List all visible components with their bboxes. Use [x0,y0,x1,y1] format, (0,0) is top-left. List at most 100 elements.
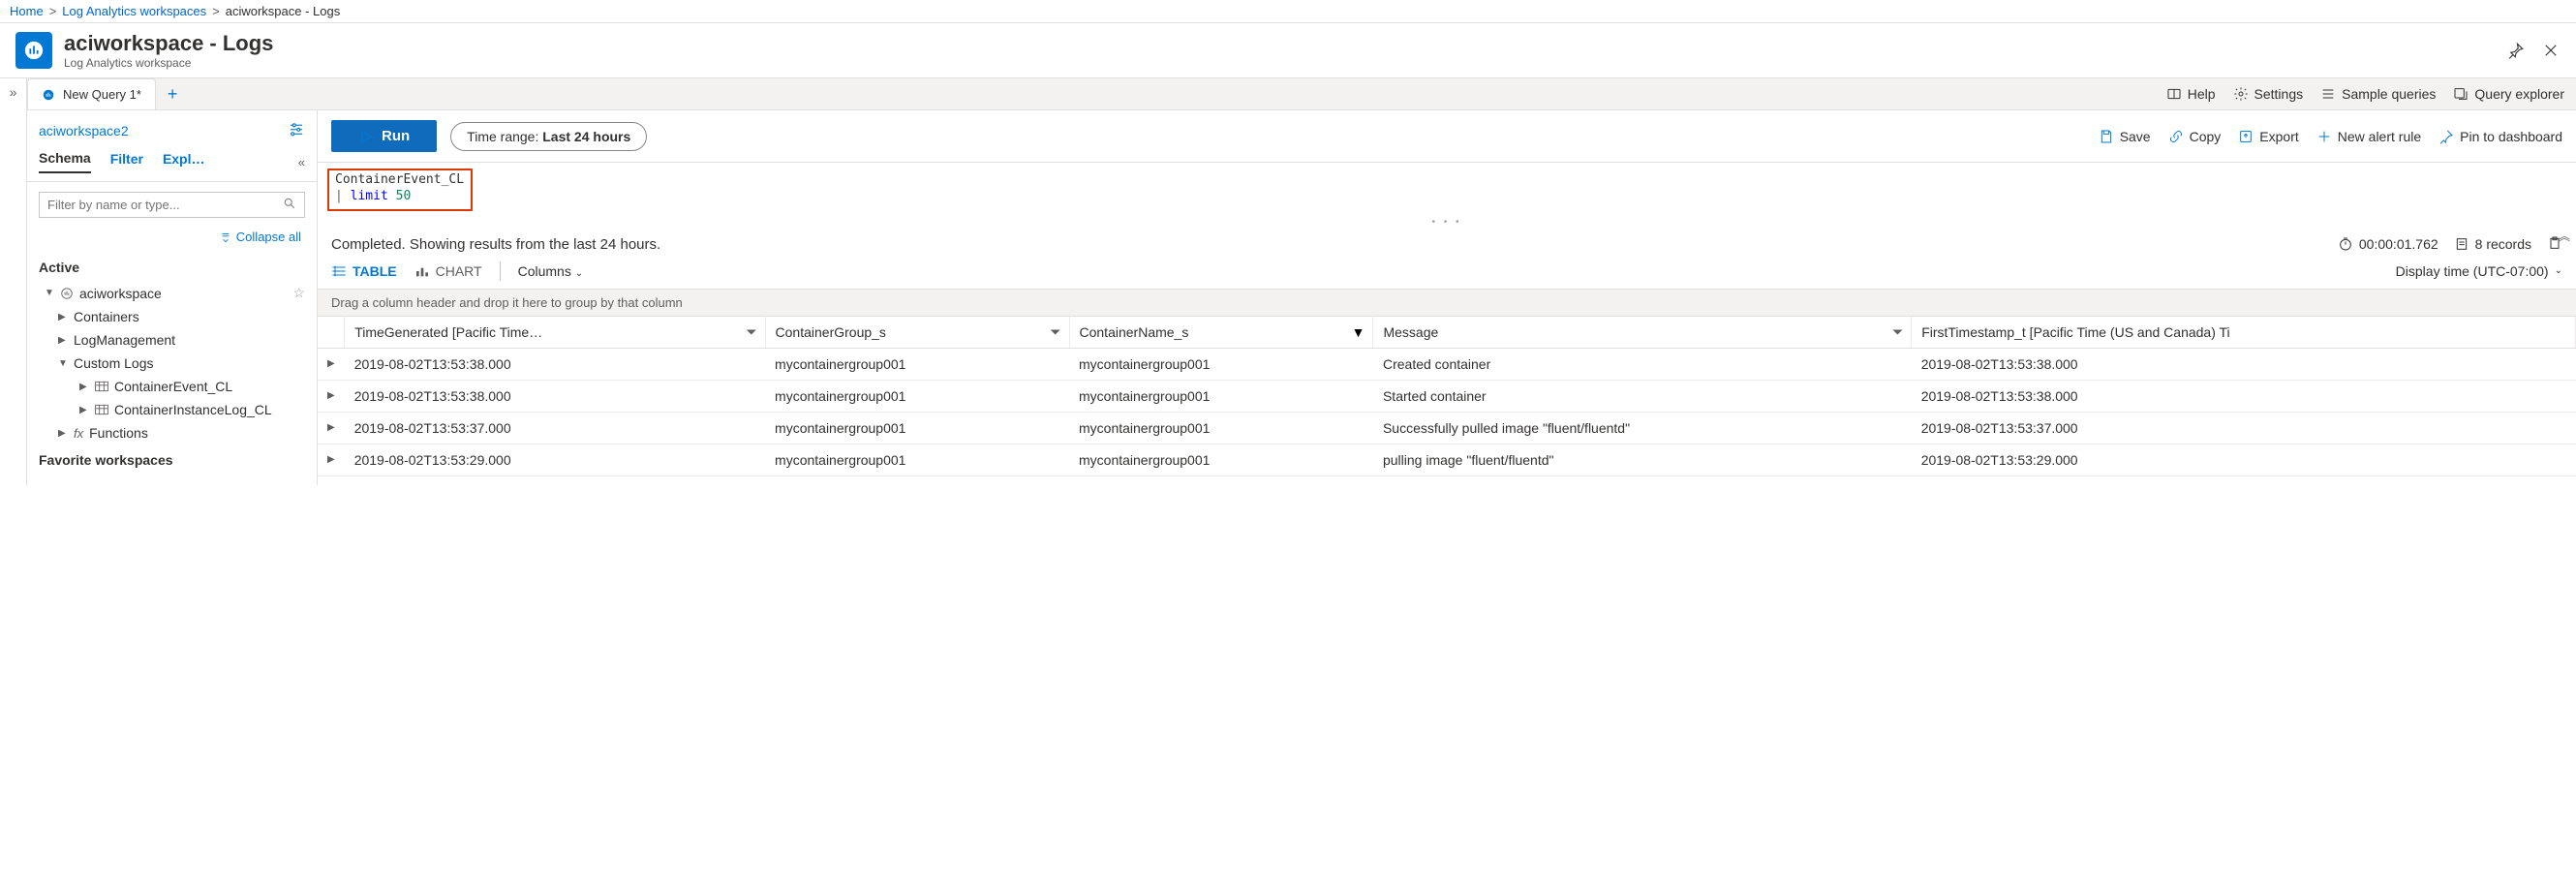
breadcrumb: Home > Log Analytics workspaces > aciwor… [0,0,2576,23]
tree-custom-logs[interactable]: ▼ Custom Logs [39,352,305,375]
favorite-star-icon[interactable]: ☆ [292,285,305,301]
filter-icon[interactable]: ⏷ [1892,323,1903,340]
workspace-selector[interactable]: aciworkspace2 [39,123,129,138]
cell-group: mycontainergroup001 [765,444,1069,475]
resize-handle[interactable]: • • • [318,217,2576,228]
tree-section-favorite: Favorite workspaces [39,452,305,468]
col-name[interactable]: ContainerName_s▼ [1069,317,1373,349]
collapse-results-icon[interactable]: ︽ [2559,228,2570,244]
tree-functions[interactable]: ▶ fx Functions [39,421,305,444]
export-button[interactable]: Export [2238,129,2298,144]
cell-time: 2019-08-02T13:53:38.000 [345,348,765,380]
export-label: Export [2259,129,2298,144]
table-row[interactable]: ▶2019-08-02T13:53:37.000mycontainergroup… [318,412,2576,444]
close-icon[interactable] [2541,41,2561,60]
right-pane: Run Time range: Last 24 hours Save Copy [318,110,2576,485]
row-expander[interactable]: ▶ [318,348,345,380]
group-hint[interactable]: Drag a column header and drop it here to… [318,289,2576,317]
tree-workspace-root[interactable]: ▼ aciworkspace ☆ [39,281,305,305]
editor-pipe: | [335,189,343,203]
pin-icon[interactable] [2506,41,2526,60]
query-editor[interactable]: ContainerEvent_CL | limit 50 [327,169,473,211]
cell-time: 2019-08-02T13:53:29.000 [345,444,765,475]
tree-root-label: aciworkspace [79,286,162,301]
page-subtitle: Log Analytics workspace [64,56,273,70]
cell-name: mycontainergroup001 [1069,380,1373,412]
tab-schema[interactable]: Schema [39,150,91,173]
sidebar-prefs-icon[interactable] [288,120,305,140]
time-range-selector[interactable]: Time range: Last 24 hours [450,122,647,151]
new-alert-label: New alert rule [2338,129,2421,144]
filter-input-wrap[interactable] [39,192,305,218]
new-alert-button[interactable]: New alert rule [2316,129,2421,144]
vertical-separator [500,261,501,281]
breadcrumb-workspaces[interactable]: Log Analytics workspaces [62,4,206,18]
filter-input[interactable] [47,198,283,212]
collapse-sidebar-icon[interactable]: « [298,155,305,169]
save-button[interactable]: Save [2099,129,2151,144]
columns-button[interactable]: Columns ⌄ [518,263,584,279]
tab-explorer[interactable]: Expl… [163,151,205,172]
duration-value: 00:00:01.762 [2359,236,2438,252]
tree-container-event[interactable]: ▶ ContainerEvent_CL [39,375,305,398]
row-expander[interactable]: ▶ [318,444,345,475]
time-range-prefix: Time range: [467,129,542,144]
chart-view-tab[interactable]: CHART [414,263,482,279]
cell-group: mycontainergroup001 [765,412,1069,444]
display-time-selector[interactable]: Display time (UTC-07:00) ⌄ [2396,263,2562,279]
table-row[interactable]: ▶2019-08-02T13:53:38.000mycontainergroup… [318,348,2576,380]
breadcrumb-current: aciworkspace - Logs [226,4,341,18]
page-title: aciworkspace - Logs [64,31,273,56]
col-message[interactable]: Message⏷ [1373,317,1912,349]
run-button-label: Run [382,128,410,144]
help-button[interactable]: Help [2166,86,2216,102]
col-first-timestamp[interactable]: FirstTimestamp_t [Pacific Time (US and C… [1912,317,2576,349]
expand-sidebar-icon[interactable]: » [0,78,27,485]
record-count: 8 records [2454,236,2531,252]
run-button[interactable]: Run [331,120,437,152]
editor-line1: ContainerEvent_CL [335,172,464,187]
tab-bar: New Query 1* + Help Settings Sample quer… [27,78,2576,110]
time-range-value: Last 24 hours [542,129,630,144]
table-row[interactable]: ▶2019-08-02T13:53:29.000mycontainergroup… [318,444,2576,475]
row-expander[interactable]: ▶ [318,380,345,412]
breadcrumb-home[interactable]: Home [10,4,44,18]
col-time[interactable]: TimeGenerated [Pacific Time…⏷ [345,317,765,349]
tree-log-management[interactable]: ▶ LogManagement [39,328,305,352]
filter-icon[interactable]: ⏷ [1050,323,1060,340]
query-explorer-button[interactable]: Query explorer [2453,86,2564,102]
copy-button[interactable]: Copy [2168,129,2222,144]
row-expander[interactable]: ▶ [318,412,345,444]
collapse-all-button[interactable]: Collapse all [27,228,317,252]
add-tab-icon[interactable]: + [168,84,178,105]
sidebar: aciworkspace2 Schema Filter Expl… « [27,110,318,485]
filter-icon[interactable]: ▼ [1352,324,1365,340]
settings-button[interactable]: Settings [2233,86,2304,102]
table-icon [95,404,108,415]
table-row[interactable]: ▶2019-08-02T13:53:38.000mycontainergroup… [318,380,2576,412]
breadcrumb-sep: > [212,4,220,18]
query-explorer-label: Query explorer [2474,86,2564,102]
filter-icon[interactable]: ⏷ [746,323,756,340]
tab-filter[interactable]: Filter [110,151,143,172]
sample-queries-button[interactable]: Sample queries [2320,86,2436,102]
table-view-tab[interactable]: TABLE [331,263,397,279]
col-expander [318,317,345,349]
function-icon: fx [74,426,83,441]
display-time-label: Display time (UTC-07:00) [2396,263,2549,279]
cell-name: mycontainergroup001 [1069,444,1373,475]
tree-container-instance-log[interactable]: ▶ ContainerInstanceLog_CL [39,398,305,421]
pin-dashboard-button[interactable]: Pin to dashboard [2438,129,2562,144]
col-group[interactable]: ContainerGroup_s⏷ [765,317,1069,349]
settings-label: Settings [2254,86,2304,102]
duration: 00:00:01.762 [2338,236,2438,252]
tree-containers[interactable]: ▶ Containers [39,305,305,328]
table-icon [95,381,108,392]
query-tab[interactable]: New Query 1* [27,78,156,109]
cell-message: Created container [1373,348,1912,380]
tree-functions-label: Functions [89,425,148,441]
cell-message: Successfully pulled image "fluent/fluent… [1373,412,1912,444]
tree-log-management-label: LogManagement [74,332,175,348]
title-row: aciworkspace - Logs Log Analytics worksp… [0,23,2576,77]
tree-custom-logs-label: Custom Logs [74,355,153,371]
